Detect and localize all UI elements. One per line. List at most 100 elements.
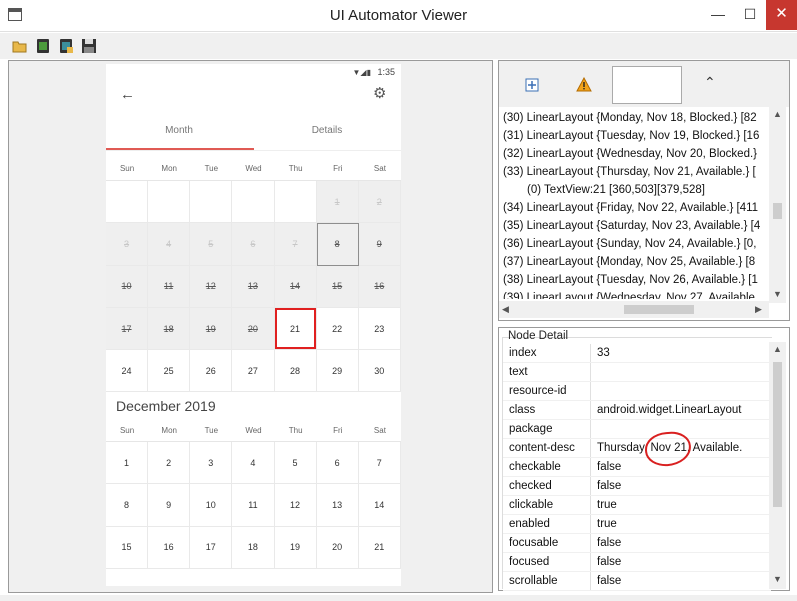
day-cell[interactable]: 29 bbox=[316, 350, 359, 393]
scroll-left-arrow-icon[interactable]: ◀ bbox=[502, 304, 509, 315]
day-cell[interactable]: 2 bbox=[358, 181, 401, 224]
day-cell[interactable]: 1 bbox=[106, 442, 149, 485]
scroll-down-arrow-icon[interactable]: ▼ bbox=[773, 289, 782, 299]
day-cell[interactable]: 10 bbox=[190, 484, 233, 527]
chevron-up-icon[interactable]: ⌃ bbox=[704, 74, 716, 91]
tree-node[interactable]: (0) TextView:21 [360,503][379,528] bbox=[503, 181, 768, 199]
open-folder-icon[interactable] bbox=[12, 38, 28, 54]
day-cell[interactable]: 25 bbox=[148, 350, 191, 393]
tree-node[interactable]: (36) LinearLayout {Sunday, Nov 24, Avail… bbox=[503, 235, 768, 253]
day-cell[interactable]: 17 bbox=[190, 526, 233, 569]
property-row[interactable]: scrollable false bbox=[503, 572, 771, 591]
day-cell[interactable]: 15 bbox=[106, 526, 149, 569]
detail-vertical-scrollbar[interactable]: ▲ ▼ bbox=[769, 342, 786, 589]
scroll-down-arrow-icon[interactable]: ▼ bbox=[773, 574, 782, 584]
scroll-up-arrow-icon[interactable]: ▲ bbox=[773, 109, 782, 119]
day-cell[interactable]: 14 bbox=[358, 484, 401, 527]
day-cell[interactable]: 19 bbox=[190, 307, 233, 351]
scroll-thumb[interactable] bbox=[773, 362, 782, 507]
expand-all-icon[interactable] bbox=[524, 77, 540, 93]
day-cell[interactable]: 27 bbox=[232, 350, 275, 393]
day-cell[interactable]: 18 bbox=[148, 307, 191, 351]
tab-details[interactable]: Details bbox=[254, 125, 400, 136]
day-cell[interactable]: 3 bbox=[190, 442, 233, 485]
day-cell[interactable]: 30 bbox=[358, 350, 401, 393]
day-cell[interactable]: 9 bbox=[148, 484, 191, 527]
day-cell[interactable]: 22 bbox=[316, 307, 359, 351]
tree-node[interactable]: (37) LinearLayout {Monday, Nov 25, Avail… bbox=[503, 253, 768, 271]
day-cell[interactable]: 12 bbox=[274, 484, 317, 527]
property-row[interactable]: content-desc Thursday, Nov 21, Available. bbox=[503, 439, 771, 458]
day-cell[interactable]: 20 bbox=[232, 307, 275, 351]
property-row[interactable]: resource-id bbox=[503, 382, 771, 401]
day-cell[interactable]: 21 bbox=[358, 526, 401, 569]
scroll-thumb[interactable] bbox=[624, 305, 694, 314]
gear-icon[interactable]: ⚙ bbox=[373, 84, 386, 102]
property-row[interactable]: clickable true bbox=[503, 496, 771, 515]
day-cell[interactable]: 6 bbox=[316, 442, 359, 485]
tree-node[interactable]: (30) LinearLayout {Monday, Nov 18, Block… bbox=[503, 109, 768, 127]
day-cell[interactable]: 11 bbox=[232, 484, 275, 527]
day-cell[interactable]: 7 bbox=[358, 442, 401, 485]
property-row[interactable]: checked false bbox=[503, 477, 771, 496]
day-cell[interactable]: 28 bbox=[274, 350, 317, 393]
day-cell[interactable]: 15 bbox=[316, 265, 359, 308]
day-cell[interactable]: 4 bbox=[148, 223, 191, 266]
day-cell[interactable]: 2 bbox=[148, 442, 191, 485]
day-cell[interactable]: 12 bbox=[190, 265, 233, 308]
day-cell[interactable]: 7 bbox=[274, 223, 317, 266]
minimize-button[interactable]: — bbox=[704, 0, 732, 30]
day-cell[interactable]: 6 bbox=[232, 223, 275, 266]
save-icon[interactable] bbox=[81, 38, 97, 54]
day-cell[interactable]: 5 bbox=[274, 442, 317, 485]
day-cell[interactable]: 26 bbox=[190, 350, 233, 393]
property-row[interactable]: text bbox=[503, 363, 771, 382]
scroll-thumb[interactable] bbox=[773, 203, 782, 219]
day-cell[interactable]: 23 bbox=[358, 307, 401, 351]
scroll-up-arrow-icon[interactable]: ▲ bbox=[773, 344, 782, 354]
tree-node[interactable]: (32) LinearLayout {Wednesday, Nov 20, Bl… bbox=[503, 145, 768, 163]
day-cell[interactable]: 16 bbox=[148, 526, 191, 569]
property-row[interactable]: class android.widget.LinearLayout bbox=[503, 401, 771, 420]
tree-vertical-scrollbar[interactable]: ▲ ▼ bbox=[769, 107, 786, 303]
day-cell[interactable]: 8 bbox=[106, 484, 149, 527]
property-row[interactable]: index 33 bbox=[503, 344, 771, 363]
close-button[interactable]: ✕ bbox=[766, 0, 797, 30]
maximize-button[interactable]: ☐ bbox=[736, 0, 764, 30]
back-arrow-icon[interactable]: ← bbox=[120, 86, 135, 103]
tab-month[interactable]: Month bbox=[106, 125, 252, 136]
property-row[interactable]: checkable false bbox=[503, 458, 771, 477]
day-cell[interactable]: 20 bbox=[316, 526, 359, 569]
tree-node[interactable]: (35) LinearLayout {Saturday, Nov 23, Ava… bbox=[503, 217, 768, 235]
scroll-right-arrow-icon[interactable]: ▶ bbox=[755, 304, 762, 315]
tree-horizontal-scrollbar[interactable]: ◀ ▶ bbox=[499, 301, 769, 318]
day-cell-selected[interactable]: 21 bbox=[274, 307, 317, 351]
day-cell[interactable]: 9 bbox=[358, 223, 401, 266]
day-cell[interactable]: 19 bbox=[274, 526, 317, 569]
day-cell[interactable]: 14 bbox=[274, 265, 317, 308]
day-cell[interactable]: 11 bbox=[148, 265, 191, 308]
device-screenshot-compressed-icon[interactable] bbox=[58, 38, 74, 54]
tree-node[interactable]: (31) LinearLayout {Tuesday, Nov 19, Bloc… bbox=[503, 127, 768, 145]
day-cell[interactable]: 13 bbox=[316, 484, 359, 527]
device-screen[interactable]: ▼◢▮ 1:35 ← ⚙ Month Details Sun Mon Tue W… bbox=[106, 64, 401, 586]
day-cell[interactable]: 1 bbox=[316, 181, 359, 224]
property-row[interactable]: package bbox=[503, 420, 771, 439]
property-row[interactable]: enabled true bbox=[503, 515, 771, 534]
hierarchy-tree[interactable]: (30) LinearLayout {Monday, Nov 18, Block… bbox=[503, 109, 768, 299]
day-cell[interactable]: 10 bbox=[106, 265, 149, 308]
day-cell[interactable]: 17 bbox=[106, 307, 149, 351]
tree-node[interactable]: (33) LinearLayout {Thursday, Nov 21, Ava… bbox=[503, 163, 768, 181]
filter-box[interactable] bbox=[612, 66, 682, 104]
day-cell[interactable]: 5 bbox=[190, 223, 233, 266]
property-row[interactable]: focusable false bbox=[503, 534, 771, 553]
day-cell[interactable]: 8 bbox=[316, 223, 359, 266]
tree-node[interactable]: (38) LinearLayout {Tuesday, Nov 26, Avai… bbox=[503, 271, 768, 289]
day-cell[interactable]: 18 bbox=[232, 526, 275, 569]
day-cell[interactable]: 16 bbox=[358, 265, 401, 308]
day-cell[interactable]: 13 bbox=[232, 265, 275, 308]
tree-node[interactable]: (34) LinearLayout {Friday, Nov 22, Avail… bbox=[503, 199, 768, 217]
day-cell[interactable]: 3 bbox=[106, 223, 149, 266]
day-cell[interactable]: 24 bbox=[106, 350, 149, 393]
day-cell[interactable]: 4 bbox=[232, 442, 275, 485]
